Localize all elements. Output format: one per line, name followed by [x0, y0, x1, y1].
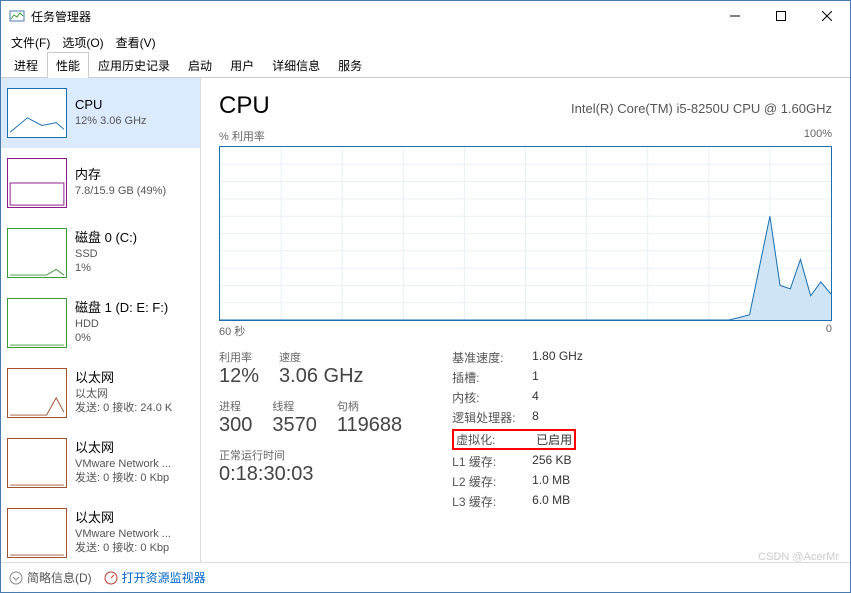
spec-row: 内核:4	[452, 389, 583, 406]
handle-value: 119688	[337, 414, 402, 437]
page-title: CPU	[219, 92, 270, 120]
menubar: 文件(F) 选项(O) 查看(V)	[1, 31, 850, 53]
sidebar-item-4[interactable]: 以太网以太网发送: 0 接收: 24.0 K	[1, 358, 200, 428]
tabbar: 进程 性能 应用历史记录 启动 用户 详细信息 服务	[1, 53, 850, 78]
watermark: CSDN @AcerMr	[758, 551, 839, 563]
maximize-button[interactable]	[758, 1, 804, 31]
resmon-icon	[104, 571, 118, 585]
util-value: 12%	[219, 365, 259, 388]
cpu-chart[interactable]	[219, 146, 832, 321]
chart-y-max: 100%	[804, 128, 832, 144]
chart-y-label: % 利用率	[219, 128, 265, 144]
spec-row: L2 缓存:1.0 MB	[452, 473, 583, 490]
spec-row: 虚拟化:已启用	[452, 429, 583, 450]
uptime-value: 0:18:30:03	[219, 463, 402, 486]
proc-value: 300	[219, 414, 252, 437]
tab-services[interactable]: 服务	[329, 52, 371, 78]
tab-users[interactable]: 用户	[221, 52, 263, 78]
tab-performance[interactable]: 性能	[47, 52, 89, 78]
tab-startup[interactable]: 启动	[179, 52, 221, 78]
main-panel: CPU Intel(R) Core(TM) i5-8250U CPU @ 1.6…	[201, 78, 850, 562]
tab-app-history[interactable]: 应用历史记录	[89, 52, 179, 78]
brief-info-button[interactable]: 简略信息(D)	[9, 569, 92, 586]
thread-label: 线程	[272, 398, 317, 414]
uptime-label: 正常运行时间	[219, 447, 402, 463]
sidebar-item-2[interactable]: 磁盘 0 (C:)SSD1%	[1, 218, 200, 288]
sidebar-item-6[interactable]: 以太网VMware Network ...发送: 0 接收: 0 Kbp	[1, 498, 200, 562]
menu-options[interactable]: 选项(O)	[56, 32, 109, 53]
menu-file[interactable]: 文件(F)	[5, 32, 56, 53]
tab-details[interactable]: 详细信息	[263, 52, 329, 78]
chevron-down-icon	[9, 571, 23, 585]
spec-row: L1 缓存:256 KB	[452, 453, 583, 470]
sidebar-item-1[interactable]: 内存7.8/15.9 GB (49%)	[1, 148, 200, 218]
util-label: 利用率	[219, 349, 259, 365]
tab-processes[interactable]: 进程	[5, 52, 47, 78]
app-icon	[9, 8, 25, 24]
spec-table: 基准速度:1.80 GHz 插槽:1 内核:4 逻辑处理器:8 虚拟化:已启用 L1 缓存…	[452, 349, 583, 513]
chart-x-left: 60 秒	[219, 323, 245, 339]
sidebar-item-3[interactable]: 磁盘 1 (D: E: F:)HDD0%	[1, 288, 200, 358]
spec-row: 基准速度:1.80 GHz	[452, 349, 583, 366]
spec-row: L3 缓存:6.0 MB	[452, 493, 583, 510]
sidebar: CPU12% 3.06 GHz内存7.8/15.9 GB (49%)磁盘 0 (…	[1, 78, 201, 562]
window-title: 任务管理器	[31, 8, 712, 25]
spec-row: 插槽:1	[452, 369, 583, 386]
sidebar-item-0[interactable]: CPU12% 3.06 GHz	[1, 78, 200, 148]
chart-x-right: 0	[826, 323, 832, 339]
spec-row: 逻辑处理器:8	[452, 409, 583, 426]
minimize-button[interactable]	[712, 1, 758, 31]
proc-label: 进程	[219, 398, 252, 414]
speed-value: 3.06 GHz	[279, 365, 363, 388]
thread-value: 3570	[272, 414, 317, 437]
window-controls	[712, 1, 850, 31]
bottombar: 简略信息(D) 打开资源监视器	[1, 562, 850, 592]
sidebar-item-5[interactable]: 以太网VMware Network ...发送: 0 接收: 0 Kbp	[1, 428, 200, 498]
handle-label: 句柄	[337, 398, 402, 414]
speed-label: 速度	[279, 349, 363, 365]
close-button[interactable]	[804, 1, 850, 31]
menu-view[interactable]: 查看(V)	[110, 32, 162, 53]
cpu-model: Intel(R) Core(TM) i5-8250U CPU @ 1.60GHz	[571, 101, 832, 116]
titlebar: 任务管理器	[1, 1, 850, 31]
open-resmon-link[interactable]: 打开资源监视器	[104, 569, 206, 586]
